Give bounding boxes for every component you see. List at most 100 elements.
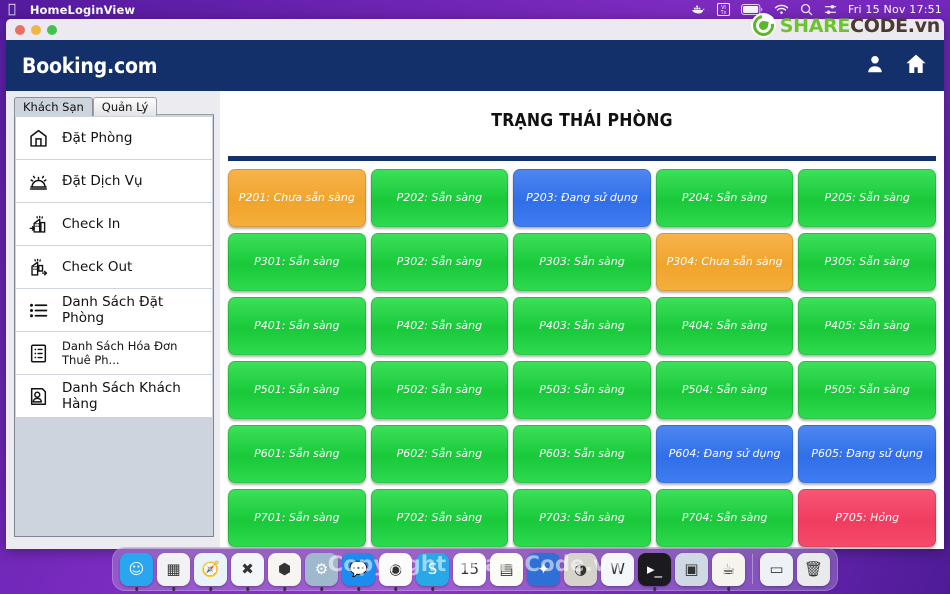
zalo-icon[interactable]: 💬: [342, 552, 375, 586]
svg-text:Tx: Tx: [720, 10, 727, 16]
user-account-icon[interactable]: [864, 53, 886, 79]
room-card[interactable]: P501: Sẵn sàng: [228, 361, 366, 419]
sidebar-item-label: Đặt Phòng: [62, 130, 133, 146]
sidebar-item-danh-sach-dat-phong[interactable]: Danh Sách Đặt Phòng: [16, 289, 212, 331]
search-icon[interactable]: [800, 3, 813, 16]
sidebar: Khách Sạn Quản Lý Đặt Phòng Đặt Dịch Vụ …: [6, 91, 220, 549]
room-card[interactable]: P205: Sẵn sàng: [798, 169, 936, 227]
sidebar-item-label: Danh Sách Hóa Đơn Thuê Ph...: [62, 339, 178, 367]
room-card[interactable]: P705: Hỏng: [798, 489, 936, 547]
room-card[interactable]: P301: Sẵn sàng: [228, 233, 366, 291]
close-window-button[interactable]: [15, 24, 25, 35]
room-card[interactable]: P405: Sẵn sàng: [798, 297, 936, 355]
room-status-grid: P201: Chưa sẵn sàng P202: Sẵn sàng P203: Đ…: [228, 167, 936, 547]
room-card[interactable]: P604: Đang sử dụng: [655, 425, 794, 483]
safari-icon[interactable]: 🧭: [194, 552, 227, 586]
room-card[interactable]: P601: Sẵn sàng: [228, 425, 366, 483]
room-card[interactable]: P403: Sẵn sàng: [513, 297, 651, 355]
dock-separator: [752, 554, 753, 584]
title-divider: [228, 156, 936, 161]
sidebar-item-dat-phong[interactable]: Đặt Phòng: [16, 117, 212, 159]
room-card[interactable]: P704: Sẵn sàng: [655, 489, 794, 547]
room-card[interactable]: P702: Sẵn sàng: [370, 489, 509, 547]
tab-quan-ly[interactable]: Quản Lý: [92, 97, 158, 116]
room-card[interactable]: P202: Sẵn sàng: [370, 169, 509, 227]
wifi-icon[interactable]: [774, 4, 789, 15]
java-icon[interactable]: ☕: [712, 552, 745, 586]
sidebar-item-dat-dich-vu[interactable]: Đặt Dịch Vụ: [16, 160, 212, 202]
menubar-status-items: VI Tx Fri 15 Nov 17:51: [691, 3, 942, 16]
docker-whale-icon[interactable]: [691, 4, 706, 15]
system-settings-icon[interactable]: ⚙: [305, 552, 338, 586]
room-card[interactable]: P504: Sẵn sàng: [655, 361, 794, 419]
room-card[interactable]: P201: Chưa sẵn sàng: [228, 169, 366, 227]
vscode-icon[interactable]: ✖: [231, 552, 264, 586]
vitx-icon[interactable]: VI Tx: [717, 3, 731, 16]
sidebar-item-check-in[interactable]: Check In: [16, 203, 212, 245]
room-card[interactable]: P302: Sẵn sàng: [370, 233, 509, 291]
battery-icon[interactable]: [741, 4, 763, 15]
sidebar-item-label: Check Out: [62, 259, 133, 275]
room-card[interactable]: P603: Sẵn sàng: [513, 425, 651, 483]
invoice-icon: [27, 342, 49, 364]
menubar-clock: Fri 15 Nov 17:51: [848, 3, 942, 16]
photo-booth-icon[interactable]: ◑: [564, 552, 597, 586]
menubar-app-title: HomeLoginView: [22, 2, 135, 17]
hotel-check-in-icon: [27, 213, 49, 235]
sidebar-item-check-out[interactable]: Check Out: [16, 246, 212, 288]
page-title: TRẠNG THÁI PHÒNG: [491, 111, 673, 131]
sidebar-nav-list: Đặt Phòng Đặt Dịch Vụ Check In Check Out…: [16, 117, 212, 417]
terminal-icon[interactable]: ▸_: [638, 552, 671, 586]
sidebar-tabstrip: Khách Sạn Quản Lý: [14, 97, 214, 116]
macos-dock: ☺ ▦ 🧭 ✖ ⬢ ⚙ 💬 ◉ S 15 ▤ ✦ ◑ W ▸_ ▣ ☕ ▭ 🗑: [112, 547, 838, 591]
trash-icon[interactable]: 🗑: [797, 552, 830, 586]
home-icon[interactable]: [904, 52, 928, 80]
apple-menu-icon[interactable]: : [8, 3, 16, 16]
notes-icon[interactable]: ▤: [490, 552, 523, 586]
macos-menubar:  HomeLoginView VITx Fri 15 Nov 17:51: [0, 0, 950, 19]
tab-khach-san[interactable]: Khách Sạn: [14, 97, 93, 116]
room-card[interactable]: P402: Sẵn sàng: [370, 297, 509, 355]
room-card[interactable]: P404: Sẵn sàng: [655, 297, 794, 355]
screenshot-icon[interactable]: ▣: [675, 552, 708, 586]
unity-box-icon[interactable]: ⬢: [268, 552, 301, 586]
list-icon: [27, 299, 49, 321]
room-card[interactable]: P204: Sẵn sàng: [655, 169, 794, 227]
window-preview-icon[interactable]: ▭: [760, 552, 793, 586]
room-card[interactable]: P505: Sẵn sàng: [798, 361, 936, 419]
launchpad-icon[interactable]: ▦: [157, 552, 190, 586]
sidebar-item-danh-sach-khach-hang[interactable]: Danh Sách Khách Hàng: [16, 375, 212, 417]
finder-icon[interactable]: ☺: [120, 552, 153, 586]
room-card[interactable]: P502: Sẵn sàng: [370, 361, 509, 419]
window-content: Khách Sạn Quản Lý Đặt Phòng Đặt Dịch Vụ …: [6, 91, 944, 549]
chrome-icon[interactable]: ◉: [379, 552, 412, 586]
window-titlebar[interactable]: [6, 19, 944, 40]
keynote-icon[interactable]: ✦: [527, 552, 560, 586]
control-center-icon[interactable]: [824, 3, 837, 16]
sidebar-item-label: Đặt Dịch Vụ: [62, 173, 143, 189]
room-card[interactable]: P503: Sẵn sàng: [513, 361, 651, 419]
room-card[interactable]: P303: Sẵn sàng: [513, 233, 651, 291]
room-card[interactable]: P305: Sẵn sàng: [798, 233, 936, 291]
room-card[interactable]: P701: Sẵn sàng: [228, 489, 366, 547]
app-header: Booking.com: [6, 40, 944, 91]
skype-icon[interactable]: S: [416, 552, 449, 586]
hotel-check-out-icon: [27, 256, 49, 278]
maximize-window-button[interactable]: [47, 24, 57, 35]
app-window: Booking.com Khách Sạn Quản Lý Đặt Phòng …: [6, 19, 944, 549]
sidebar-item-label: Check In: [62, 216, 121, 232]
app-brand-title: Booking.com: [22, 53, 158, 78]
room-card[interactable]: P703: Sẵn sàng: [513, 489, 651, 547]
room-card[interactable]: P605: Đang sử dụng: [798, 425, 936, 483]
room-card[interactable]: P602: Sẵn sàng: [370, 425, 509, 483]
sidebar-item-label: Danh Sách Khách Hàng: [62, 380, 181, 412]
sidebar-item-danh-sach-hoa-don[interactable]: Danh Sách Hóa Đơn Thuê Ph...: [16, 332, 212, 374]
tabstrip-filler: [157, 97, 214, 115]
room-card[interactable]: P401: Sẵn sàng: [228, 297, 366, 355]
minimize-window-button[interactable]: [31, 24, 41, 35]
sidebar-panel: Đặt Phòng Đặt Dịch Vụ Check In Check Out…: [14, 115, 214, 537]
room-card[interactable]: P304: Chưa sẵn sàng: [655, 233, 794, 291]
calendar-icon[interactable]: 15: [453, 552, 486, 586]
room-card[interactable]: P203: Đang sử dụng: [513, 169, 651, 227]
word-icon[interactable]: W: [601, 552, 634, 586]
